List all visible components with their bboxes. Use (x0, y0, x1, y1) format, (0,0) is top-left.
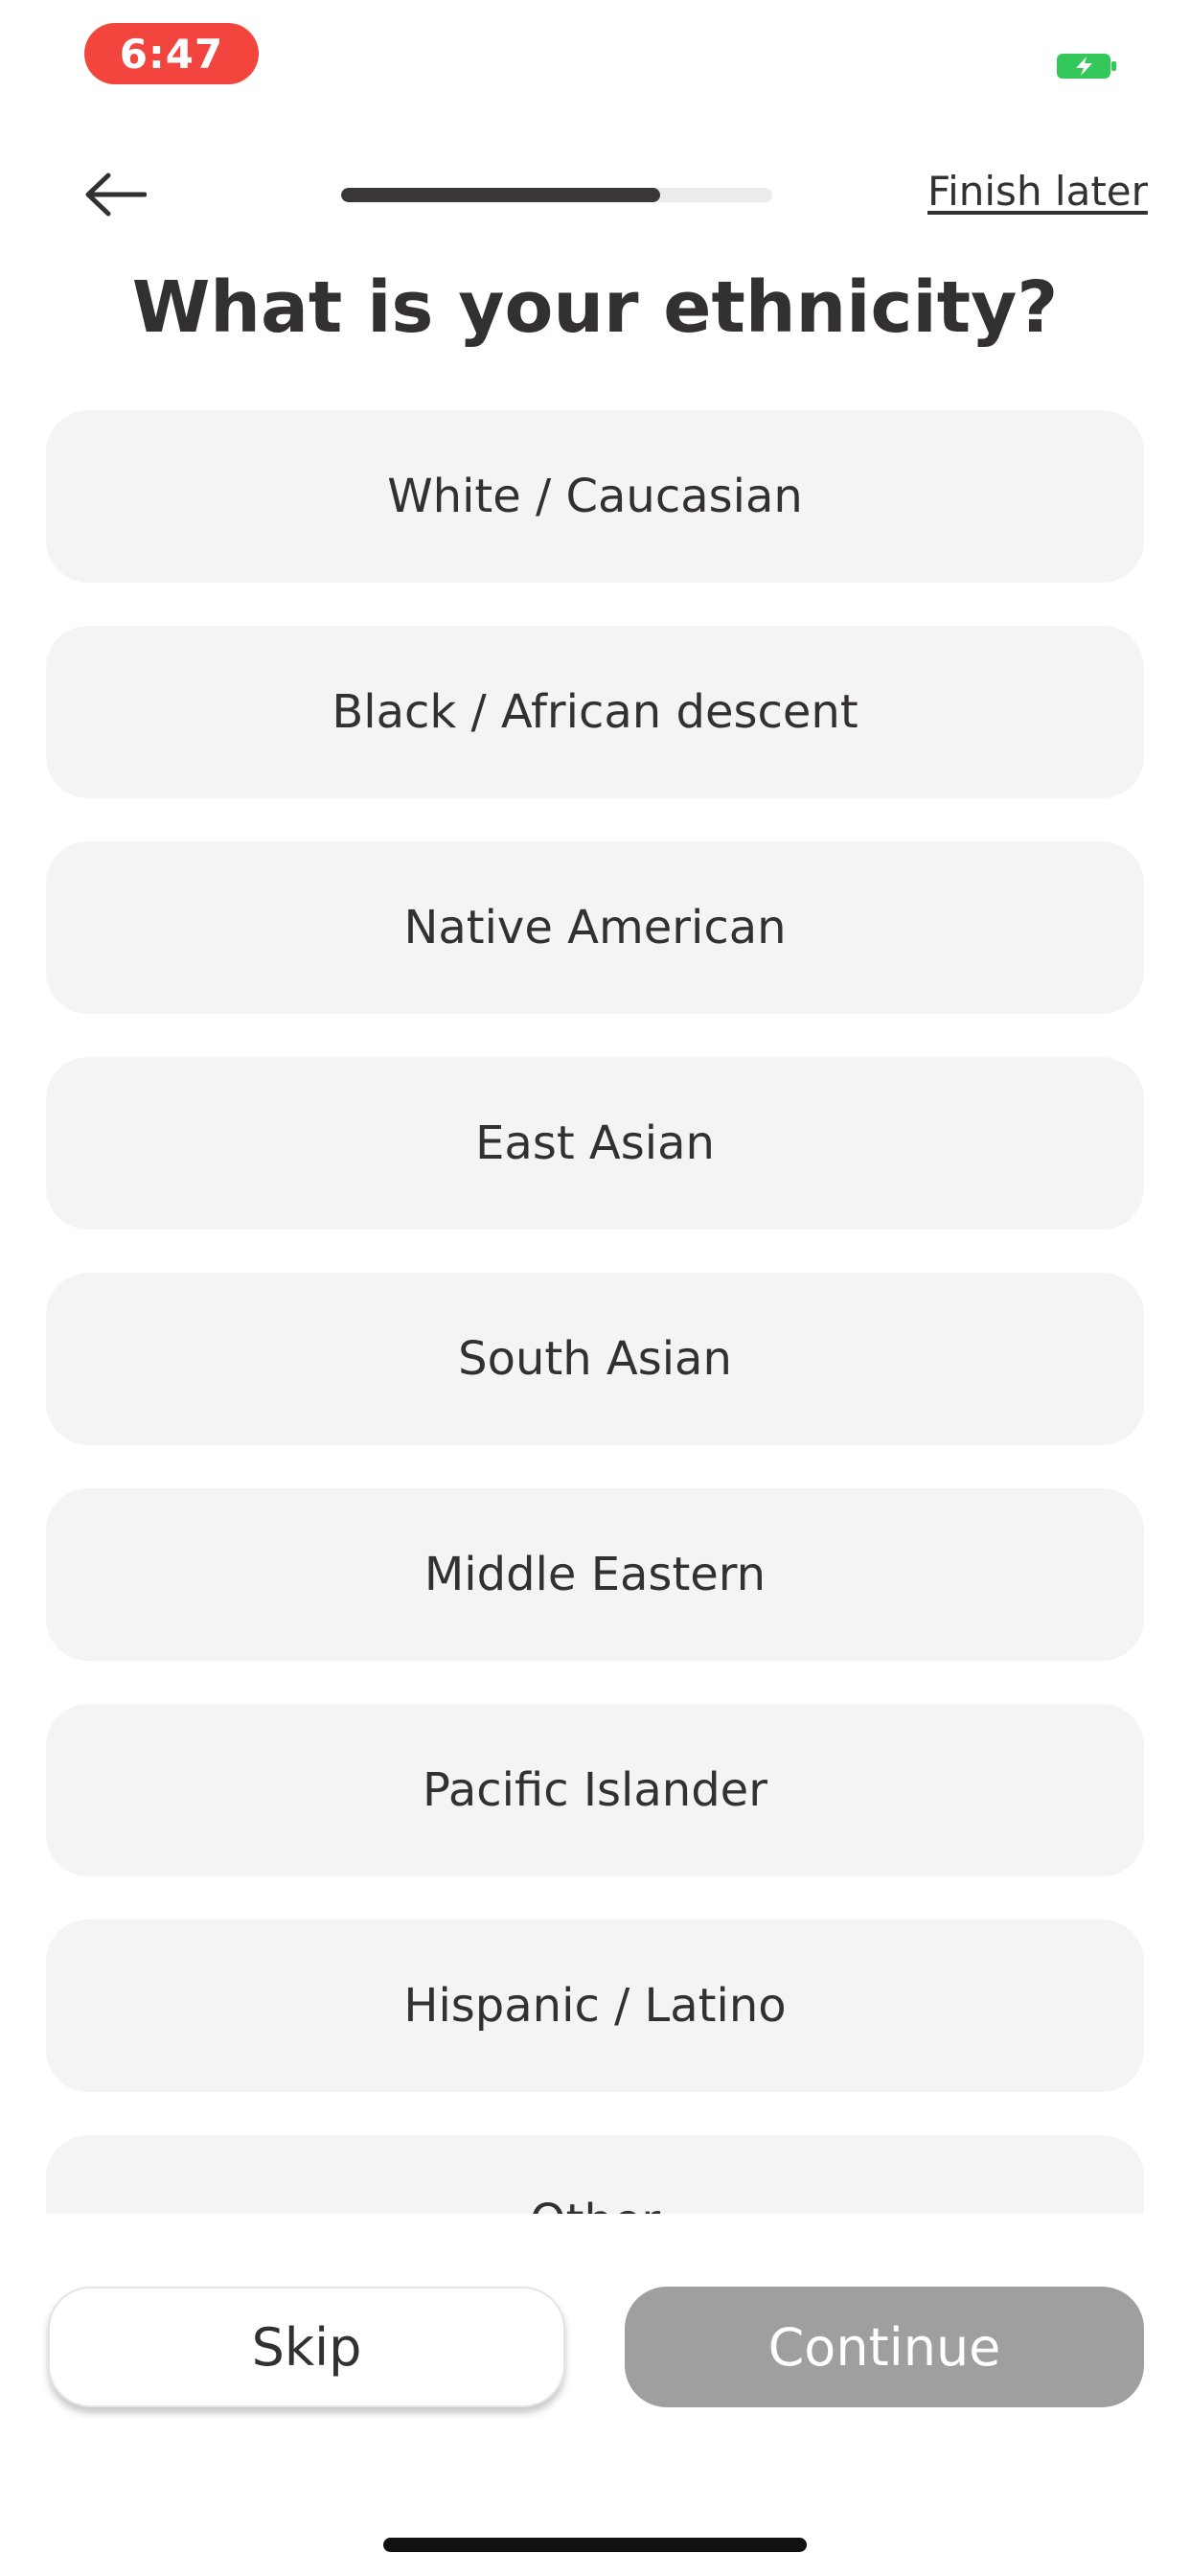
page-title: What is your ethnicity? (131, 266, 1059, 349)
option-other[interactable]: Other (46, 2135, 1144, 2214)
option-pacific-islander[interactable]: Pacific Islander (46, 1704, 1144, 1876)
option-native-american[interactable]: Native American (46, 841, 1144, 1014)
option-white-caucasian[interactable]: White / Caucasian (46, 410, 1144, 583)
option-south-asian[interactable]: South Asian (46, 1273, 1144, 1445)
option-black-african-descent[interactable]: Black / African descent (46, 626, 1144, 798)
arrow-left-icon (85, 172, 147, 217)
home-indicator (383, 2538, 807, 2552)
back-button[interactable] (79, 163, 151, 226)
skip-button[interactable]: Skip (48, 2287, 565, 2407)
finish-later-link[interactable]: Finish later (927, 168, 1148, 215)
continue-button[interactable]: Continue (625, 2287, 1144, 2407)
ethnicity-options-list: White / Caucasian Black / African descen… (46, 410, 1144, 2214)
battery-charging-icon (1057, 54, 1116, 79)
option-hispanic-latino[interactable]: Hispanic / Latino (46, 1920, 1144, 2092)
progress-bar-fill (341, 188, 660, 202)
option-east-asian[interactable]: East Asian (46, 1057, 1144, 1230)
progress-bar (341, 188, 772, 202)
option-middle-eastern[interactable]: Middle Eastern (46, 1488, 1144, 1661)
status-time: 6:47 (84, 23, 259, 84)
